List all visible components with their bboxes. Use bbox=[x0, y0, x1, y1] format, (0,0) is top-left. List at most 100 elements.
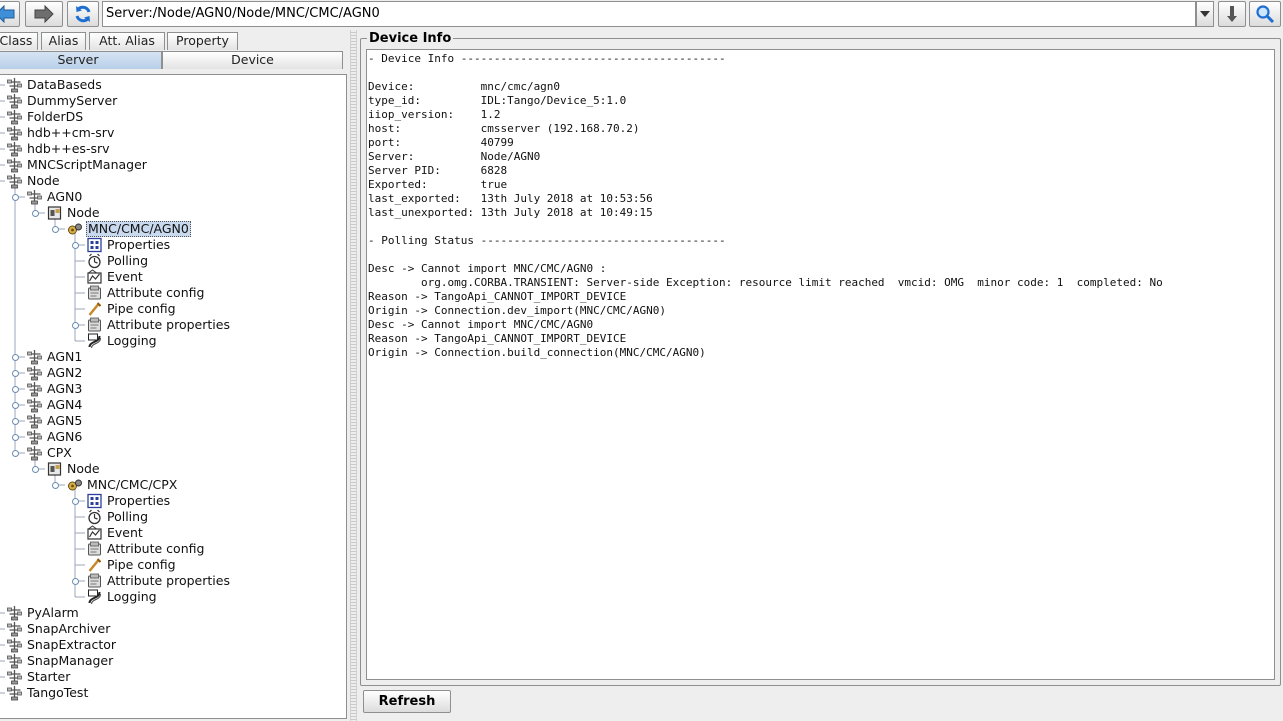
expand-toggle-icon[interactable] bbox=[12, 386, 19, 393]
tree-node-label: DummyServer bbox=[27, 93, 118, 108]
tree-node[interactable]: SnapArchiver bbox=[6, 621, 111, 637]
tab-alias[interactable]: Alias bbox=[41, 32, 86, 50]
server-icon bbox=[6, 109, 23, 125]
split-pane-divider[interactable] bbox=[350, 30, 357, 721]
tab-class[interactable]: Class bbox=[0, 32, 38, 50]
forward-arrow-icon bbox=[34, 5, 54, 23]
address-field[interactable]: Server:/Node/AGN0/Node/MNC/CMC/AGN0 bbox=[102, 1, 1196, 27]
tree-node-label: MNC/CMC/CPX bbox=[87, 477, 178, 492]
tree-node[interactable]: Attribute config bbox=[86, 285, 205, 301]
tree-node-label: hdb++es-srv bbox=[27, 141, 110, 156]
tree-node[interactable]: Attribute properties bbox=[86, 317, 231, 333]
go-button[interactable] bbox=[1218, 1, 1246, 27]
tree-node[interactable]: Polling bbox=[86, 253, 149, 269]
tree-node-label: Attribute properties bbox=[107, 573, 230, 588]
tree-node[interactable]: TangoTest bbox=[6, 685, 89, 701]
server-icon bbox=[6, 653, 23, 669]
tree-node[interactable]: MNC/CMC/AGN0 bbox=[66, 221, 191, 237]
tree-node[interactable]: Pipe config bbox=[86, 557, 177, 573]
tree-node[interactable]: Properties bbox=[86, 493, 171, 509]
expand-toggle-icon[interactable] bbox=[12, 402, 19, 409]
search-button[interactable] bbox=[1249, 1, 1281, 27]
tree-node-label: AGN6 bbox=[47, 429, 83, 444]
tree-node[interactable]: Starter bbox=[6, 669, 71, 685]
server-icon bbox=[6, 93, 23, 109]
tree-node-label: SnapManager bbox=[27, 653, 114, 668]
tree-node[interactable]: Logging bbox=[86, 333, 158, 349]
expand-toggle-icon[interactable] bbox=[72, 498, 79, 505]
tab-server[interactable]: Server bbox=[0, 51, 162, 69]
polling-icon bbox=[86, 253, 103, 269]
tree-node-label: DataBaseds bbox=[27, 77, 102, 92]
tree-node[interactable]: AGN0 bbox=[26, 189, 83, 205]
tree-node[interactable]: Node bbox=[46, 205, 101, 221]
back-button[interactable] bbox=[0, 1, 20, 27]
expand-toggle-icon[interactable] bbox=[72, 578, 79, 585]
tree-node[interactable]: Attribute properties bbox=[86, 573, 231, 589]
server-icon bbox=[6, 141, 23, 157]
collapse-toggle-icon[interactable] bbox=[52, 482, 59, 489]
tree-node[interactable]: AGN2 bbox=[26, 365, 83, 381]
tree-node[interactable]: SnapExtractor bbox=[6, 637, 117, 653]
tree-node-label: Starter bbox=[27, 669, 71, 684]
collapse-toggle-icon[interactable] bbox=[32, 466, 39, 473]
tree-node-label: MNCScriptManager bbox=[27, 157, 147, 172]
tree-node-label: AGN1 bbox=[47, 349, 83, 364]
tree-node[interactable]: Properties bbox=[86, 237, 171, 253]
tree-node-label: Event bbox=[107, 269, 143, 284]
tree-node[interactable]: Node bbox=[6, 173, 61, 189]
tree-node[interactable]: AGN1 bbox=[26, 349, 83, 365]
tree-node[interactable]: Logging bbox=[86, 589, 158, 605]
tree-node[interactable]: hdb++es-srv bbox=[6, 141, 111, 157]
tree-node[interactable]: DataBaseds bbox=[6, 77, 103, 93]
expand-toggle-icon[interactable] bbox=[72, 322, 79, 329]
tree-node[interactable]: AGN6 bbox=[26, 429, 83, 445]
tree-node[interactable]: Attribute config bbox=[86, 541, 205, 557]
forward-button[interactable] bbox=[25, 1, 63, 27]
tree-node[interactable]: SnapManager bbox=[6, 653, 114, 669]
tree-node-label: SnapArchiver bbox=[27, 621, 111, 636]
tree-node[interactable]: PyAlarm bbox=[6, 605, 80, 621]
expand-toggle-icon[interactable] bbox=[12, 354, 19, 361]
tree-node[interactable]: CPX bbox=[26, 445, 73, 461]
logging-icon bbox=[86, 589, 103, 605]
expand-toggle-icon[interactable] bbox=[12, 418, 19, 425]
tree-node[interactable]: FolderDS bbox=[6, 109, 84, 125]
tree-node[interactable]: Pipe config bbox=[86, 301, 177, 317]
device-info-text[interactable]: - Device Info --------------------------… bbox=[366, 49, 1275, 680]
tree-node[interactable]: Event bbox=[86, 269, 144, 285]
tree-node[interactable]: MNC/CMC/CPX bbox=[66, 477, 178, 493]
tab-property[interactable]: Property bbox=[167, 32, 238, 50]
collapse-toggle-icon[interactable] bbox=[52, 226, 59, 233]
tree-node[interactable]: hdb++cm-srv bbox=[6, 125, 115, 141]
collapse-toggle-icon[interactable] bbox=[32, 210, 39, 217]
tree-node[interactable]: Node bbox=[46, 461, 101, 477]
server-icon bbox=[6, 157, 23, 173]
tree-node-label: Polling bbox=[107, 509, 149, 524]
reload-button[interactable] bbox=[67, 1, 99, 27]
server-icon bbox=[26, 189, 43, 205]
tree-node[interactable]: AGN3 bbox=[26, 381, 83, 397]
tree-node[interactable]: AGN5 bbox=[26, 413, 83, 429]
tab-att-alias[interactable]: Att. Alias bbox=[89, 32, 165, 50]
collapse-toggle-icon[interactable] bbox=[12, 450, 19, 457]
refresh-button[interactable]: Refresh bbox=[363, 690, 451, 713]
pipe-config-icon bbox=[86, 557, 103, 573]
server-tree[interactable]: DataBaseds DummyServer FolderDS hdb++cm-srv… bbox=[0, 74, 347, 719]
tree-node[interactable]: DummyServer bbox=[6, 93, 118, 109]
collapse-toggle-icon[interactable] bbox=[12, 194, 19, 201]
server-icon bbox=[6, 173, 23, 189]
tree-node-label: Attribute properties bbox=[107, 317, 230, 332]
tree-node[interactable]: Polling bbox=[86, 509, 149, 525]
server-icon bbox=[6, 637, 23, 653]
address-dropdown-button[interactable] bbox=[1196, 1, 1214, 27]
tree-node[interactable]: AGN4 bbox=[26, 397, 83, 413]
tree-node[interactable]: MNCScriptManager bbox=[6, 157, 148, 173]
tree-node[interactable]: Event bbox=[86, 525, 144, 541]
expand-toggle-icon[interactable] bbox=[12, 434, 19, 441]
expand-toggle-icon[interactable] bbox=[72, 242, 79, 249]
tab-device[interactable]: Device bbox=[162, 51, 343, 69]
expand-toggle-icon[interactable] bbox=[12, 370, 19, 377]
tree-node-label: Attribute config bbox=[107, 541, 205, 556]
tree-node-label: AGN3 bbox=[47, 381, 83, 396]
